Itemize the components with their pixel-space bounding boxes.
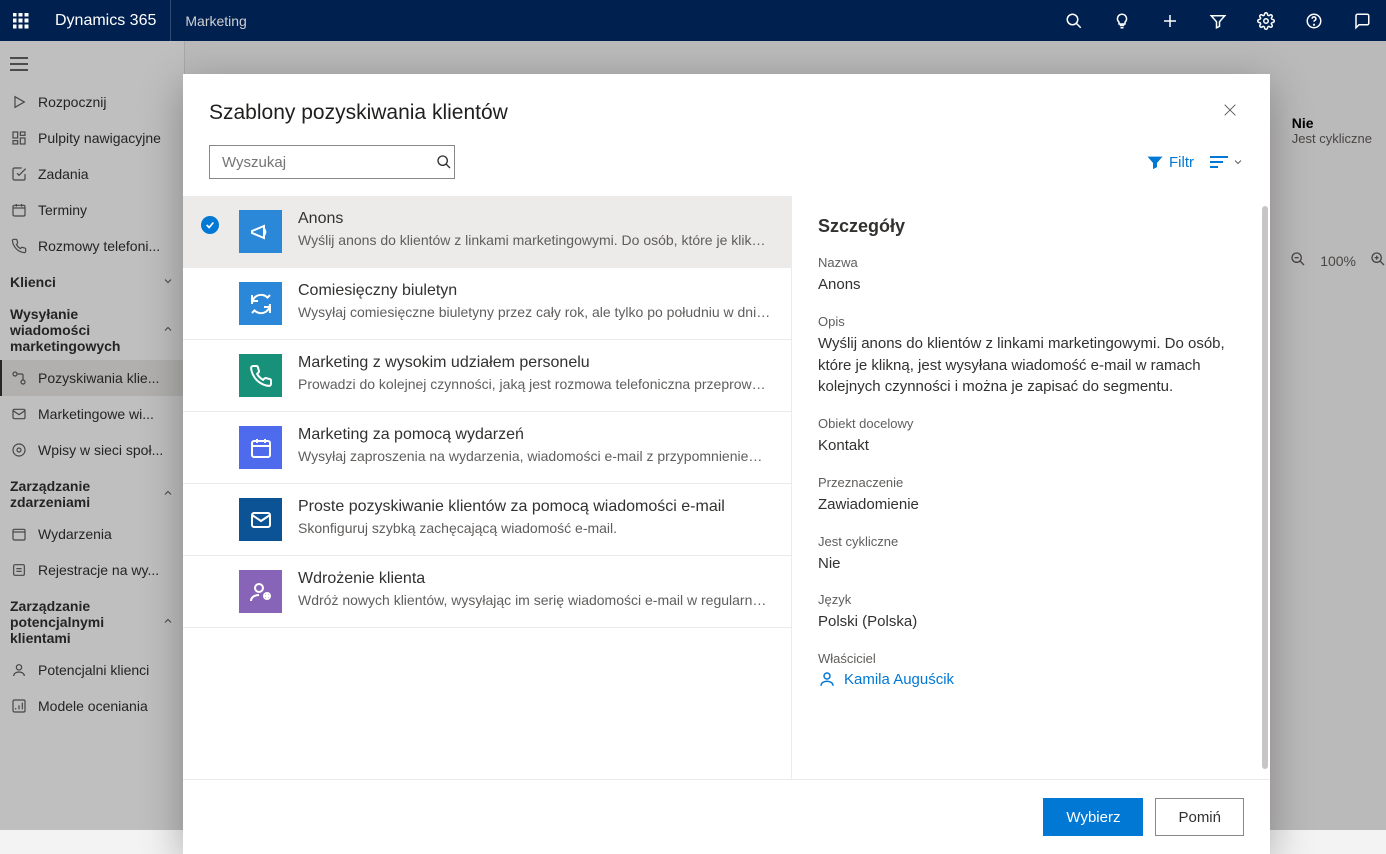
details-heading: Szczegóły — [818, 216, 1244, 237]
template-title: Marketing z wysokim udziałem personelu — [298, 354, 773, 372]
modal-overlay: Szablony pozyskiwania klientów Filtr — [0, 41, 1386, 830]
mail-icon — [239, 498, 282, 541]
template-row[interactable]: Proste pozyskiwanie klientów za pomocą w… — [183, 484, 791, 556]
template-list: Anons Wyślij anons do klientów z linkami… — [183, 196, 791, 779]
details-pane: Szczegóły Nazwa Anons Opis Wyślij anons do… — [791, 196, 1270, 779]
template-desc: Wyślij anons do klientów z linkami marke… — [298, 232, 773, 248]
detail-label: Jest cykliczne — [818, 534, 1244, 549]
search-icon[interactable] — [433, 146, 454, 178]
owner-name: Kamila Auguścik — [844, 671, 954, 688]
funnel-icon — [1147, 154, 1163, 170]
detail-value: Kontakt — [818, 435, 1244, 457]
detail-label: Opis — [818, 314, 1244, 329]
person-icon — [239, 570, 282, 613]
filter-button[interactable]: Filtr — [1147, 154, 1194, 171]
refresh-icon — [239, 282, 282, 325]
detail-label: Właściciel — [818, 651, 1244, 666]
detail-label: Język — [818, 592, 1244, 607]
top-bar: Dynamics 365 Marketing — [0, 0, 1386, 41]
template-row[interactable]: Anons Wyślij anons do klientów z linkami… — [183, 196, 791, 268]
megaphone-icon — [239, 210, 282, 253]
person-icon — [818, 670, 836, 688]
close-button[interactable] — [1216, 96, 1244, 129]
template-row[interactable]: Marketing za pomocą wydarzeń Wysyłaj zap… — [183, 412, 791, 484]
template-row[interactable]: Comiesięczny biuletyn Wysyłaj comiesięcz… — [183, 268, 791, 340]
chevron-down-icon — [1232, 156, 1244, 168]
select-button[interactable]: Wybierz — [1043, 798, 1143, 836]
detail-value: Zawiadomienie — [818, 494, 1244, 516]
calendar-icon — [239, 426, 282, 469]
selected-check-icon — [201, 216, 219, 234]
lightbulb-icon[interactable] — [1098, 0, 1146, 41]
template-title: Comiesięczny biuletyn — [298, 282, 773, 300]
template-title: Marketing za pomocą wydarzeń — [298, 426, 773, 444]
search-icon[interactable] — [1050, 0, 1098, 41]
phone-icon — [239, 354, 282, 397]
search-box[interactable] — [209, 145, 455, 179]
template-picker-modal: Szablony pozyskiwania klientów Filtr — [183, 74, 1270, 854]
template-desc: Wdróż nowych klientów, wysyłając im seri… — [298, 592, 773, 608]
template-title: Wdrożenie klienta — [298, 570, 773, 588]
filter-icon[interactable] — [1194, 0, 1242, 41]
area-label[interactable]: Marketing — [171, 13, 260, 29]
add-icon[interactable] — [1146, 0, 1194, 41]
detail-value: Polski (Polska) — [818, 611, 1244, 633]
app-launcher-icon[interactable] — [0, 0, 41, 41]
detail-label: Obiekt docelowy — [818, 416, 1244, 431]
template-title: Anons — [298, 210, 773, 228]
owner-link[interactable]: Kamila Auguścik — [818, 670, 1244, 688]
template-title: Proste pozyskiwanie klientów za pomocą w… — [298, 498, 773, 516]
search-input[interactable] — [210, 154, 433, 171]
modal-title: Szablony pozyskiwania klientów — [209, 101, 508, 125]
gear-icon[interactable] — [1242, 0, 1290, 41]
filter-label: Filtr — [1169, 154, 1194, 171]
detail-value: Nie — [818, 553, 1244, 575]
skip-button[interactable]: Pomiń — [1155, 798, 1244, 836]
template-row[interactable]: Marketing z wysokim udziałem personelu P… — [183, 340, 791, 412]
template-desc: Skonfiguruj szybką zachęcającą wiadomość… — [298, 520, 773, 536]
template-desc: Prowadzi do kolejnej czynności, jaką jes… — [298, 376, 773, 392]
sort-button[interactable] — [1210, 155, 1244, 169]
brand-label[interactable]: Dynamics 365 — [41, 0, 171, 41]
template-row[interactable]: Wdrożenie klienta Wdróż nowych klientów,… — [183, 556, 791, 628]
template-desc: Wysyłaj zaproszenia na wydarzenia, wiado… — [298, 448, 773, 464]
detail-label: Nazwa — [818, 255, 1244, 270]
sort-icon — [1210, 155, 1228, 169]
detail-value: Wyślij anons do klientów z linkami marke… — [818, 333, 1244, 398]
help-icon[interactable] — [1290, 0, 1338, 41]
detail-value: Anons — [818, 274, 1244, 296]
template-desc: Wysyłaj comiesięczne biuletyny przez cał… — [298, 304, 773, 320]
chat-icon[interactable] — [1338, 0, 1386, 41]
detail-label: Przeznaczenie — [818, 475, 1244, 490]
scrollbar[interactable] — [1262, 206, 1268, 769]
